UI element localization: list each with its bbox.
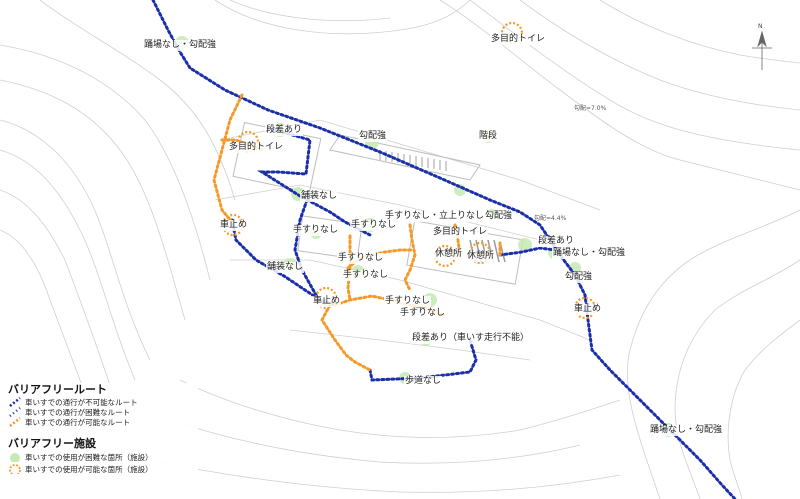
legend-row-possible: 車いすでの通行が可能なルート bbox=[8, 417, 198, 427]
label-slope-2: 勾配強 bbox=[484, 211, 514, 222]
label-handrail-3: 手すりなし bbox=[337, 253, 385, 264]
legend-facility-possible: 車いすでの使用が可能な箇所（施設） bbox=[25, 464, 153, 474]
label-handrail-1: 手すりなし bbox=[292, 225, 340, 236]
label-handrail-5: 手すりなし bbox=[384, 296, 432, 307]
legend-facility-difficult: 車いすでの使用が困難な箇所（施設） bbox=[25, 452, 153, 462]
legend-route-title: バリアフリールート bbox=[8, 383, 107, 396]
north-label: N bbox=[758, 23, 763, 30]
label-step-wheel: 段差あり（車いす走行不能） bbox=[411, 333, 531, 344]
north-arrow bbox=[752, 30, 772, 70]
label-steep-bottom: 踊場なし・勾配強 bbox=[649, 425, 724, 436]
label-handrail-6: 手すりなし bbox=[399, 308, 447, 319]
label-pave-1: 舗装なし bbox=[300, 191, 339, 202]
route-impossible-symbol bbox=[9, 397, 21, 407]
label-handrail-2: 手すりなし bbox=[350, 220, 398, 231]
legend: バリアフリールート 車いすでの通行が不可能なルート 車いすでの通行が困難なルート… bbox=[8, 383, 198, 491]
legend-row-facility-difficult: 車いすでの使用が困難な箇所（施設） bbox=[8, 451, 198, 463]
label-handrail-4: 手すりなし bbox=[342, 270, 390, 281]
label-stairs: 階段 bbox=[478, 131, 499, 142]
route-difficult-symbol bbox=[9, 407, 21, 417]
facility-difficult-symbol bbox=[10, 453, 20, 462]
label-sidewalk: 歩道なし bbox=[404, 376, 443, 387]
label-handrail-stand: 手すりなし・立上りなし bbox=[384, 211, 486, 222]
legend-row-facility-possible: 車いすでの使用が可能な箇所（施設） bbox=[8, 463, 198, 475]
label-steep-mid: 踊場なし・勾配強 bbox=[552, 248, 627, 259]
label-slope-3: 勾配強 bbox=[564, 272, 594, 283]
label-step-1: 段差あり bbox=[265, 125, 304, 136]
legend-facility-title: バリアフリー施設 bbox=[8, 437, 96, 450]
label-car-stop-2: 車止め bbox=[312, 296, 342, 307]
label-step-2: 段差あり bbox=[537, 236, 576, 247]
label-slope-7: 勾配=7.0% bbox=[574, 105, 607, 112]
label-rest-1: 休憩所 bbox=[434, 249, 464, 260]
label-slope-44: 勾配=4.4% bbox=[534, 215, 567, 222]
label-toilet-left: 多目的トイレ bbox=[228, 142, 285, 153]
label-car-stop-3: 車止め bbox=[573, 304, 603, 315]
label-car-stop-1: 車止め bbox=[219, 220, 249, 231]
label-slope-1: 勾配強 bbox=[358, 131, 388, 142]
facility-possible-symbol bbox=[9, 464, 21, 474]
route-possible-symbol bbox=[9, 417, 21, 427]
label-steep-top: 踊場なし・勾配強 bbox=[143, 40, 218, 51]
legend-row-difficult: 車いすでの通行が困難なルート bbox=[8, 407, 198, 417]
label-pave-2: 舗装なし bbox=[266, 262, 305, 273]
label-rest-2: 休憩所 bbox=[466, 251, 496, 262]
legend-row-impossible: 車いすでの通行が不可能なルート bbox=[8, 397, 198, 407]
label-toilet-mid: 多目的トイレ bbox=[432, 227, 489, 238]
legend-route-possible: 車いすでの通行が可能なルート bbox=[25, 417, 131, 427]
label-toilet-top: 多目的トイレ bbox=[490, 34, 547, 45]
